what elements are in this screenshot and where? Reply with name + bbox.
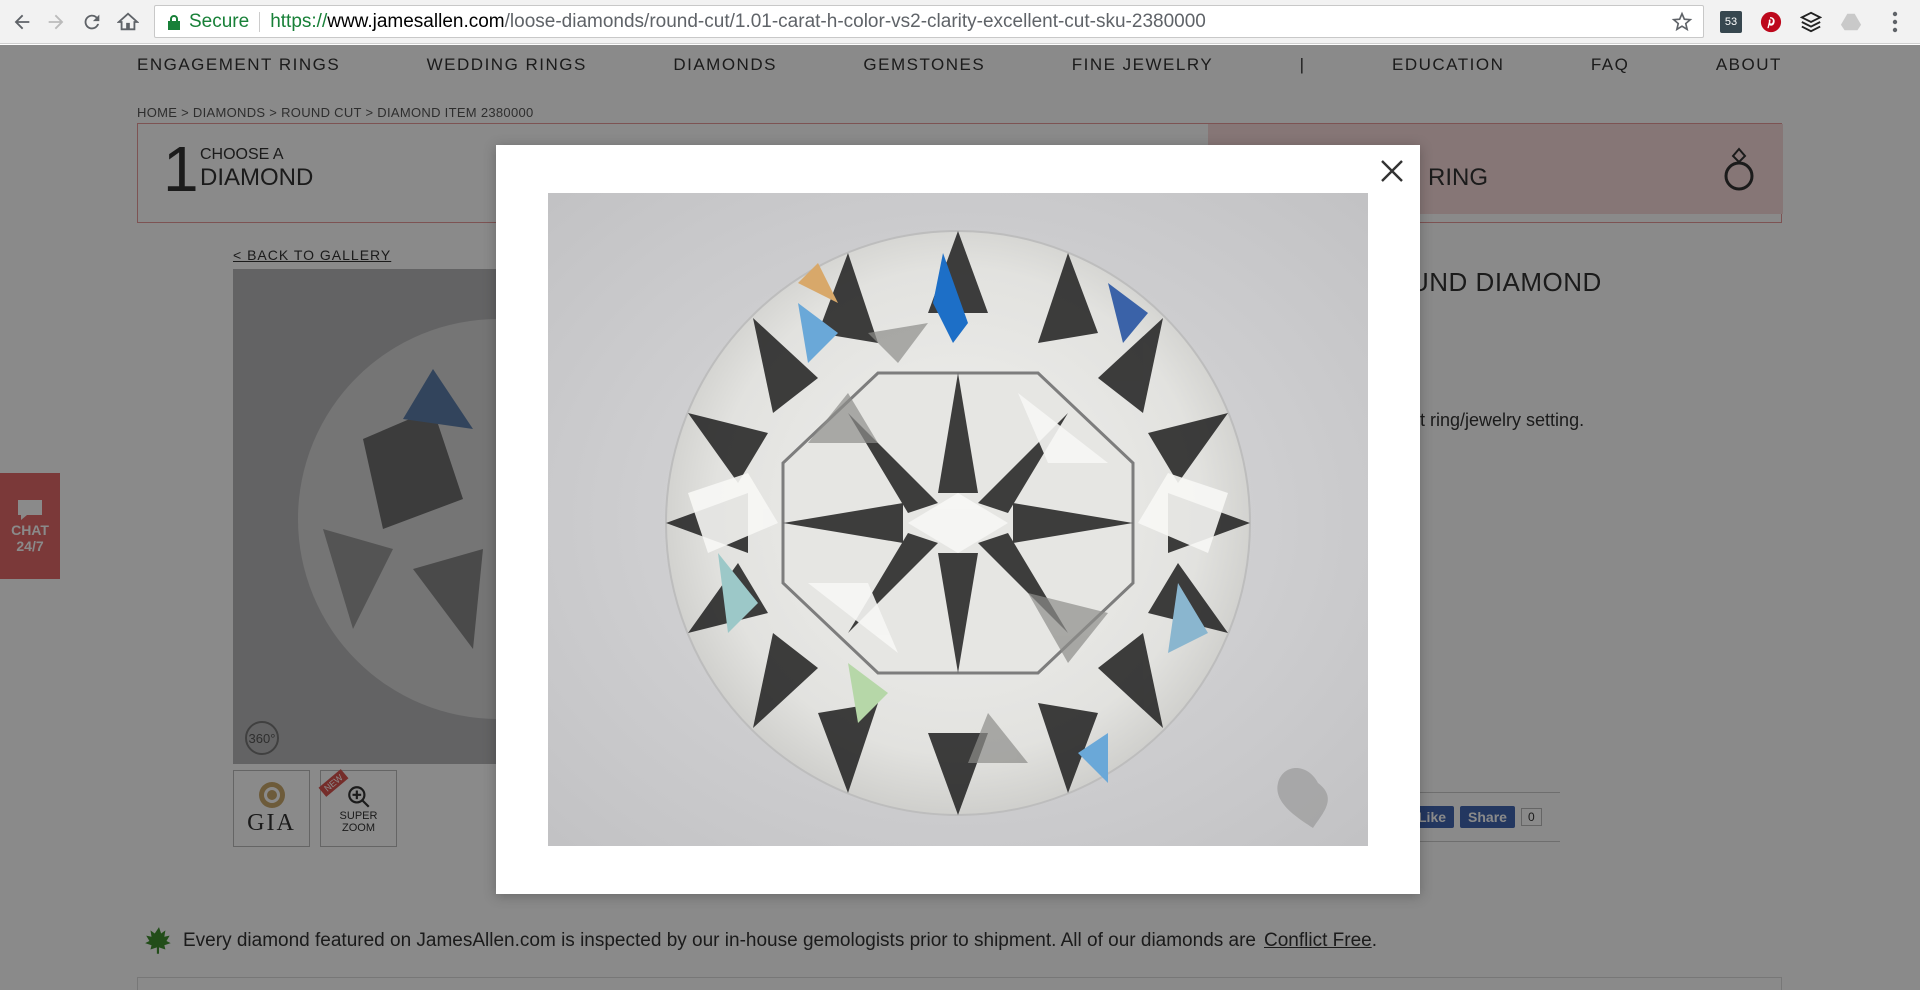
url-scheme: https:// [270,10,328,32]
bookmark-star-icon[interactable] [1671,11,1693,33]
drive-icon[interactable] [1838,9,1864,35]
home-icon[interactable] [114,8,142,36]
layers-icon[interactable] [1798,9,1824,35]
reload-icon[interactable] [78,8,106,36]
diamond-image [548,193,1368,846]
omnibox-divider [259,11,261,32]
extension-counter-icon[interactable]: 53 [1718,9,1744,35]
url-host: www.jamesallen.com [327,10,505,32]
address-bar[interactable]: Secure https://www.jamesallen.com/loose-… [154,5,1704,38]
close-icon[interactable] [1378,157,1406,185]
pinterest-icon[interactable] [1758,9,1784,35]
back-icon[interactable] [8,8,36,36]
url-path: /loose-diamonds/round-cut/1.01-carat-h-c… [504,10,1206,32]
menu-dots-icon[interactable] [1882,9,1908,35]
forward-icon[interactable] [42,8,70,36]
image-zoom-modal [496,145,1420,894]
browser-toolbar: Secure https://www.jamesallen.com/loose-… [0,0,1920,44]
secure-label: Secure [189,10,250,32]
lock-icon [168,14,180,30]
